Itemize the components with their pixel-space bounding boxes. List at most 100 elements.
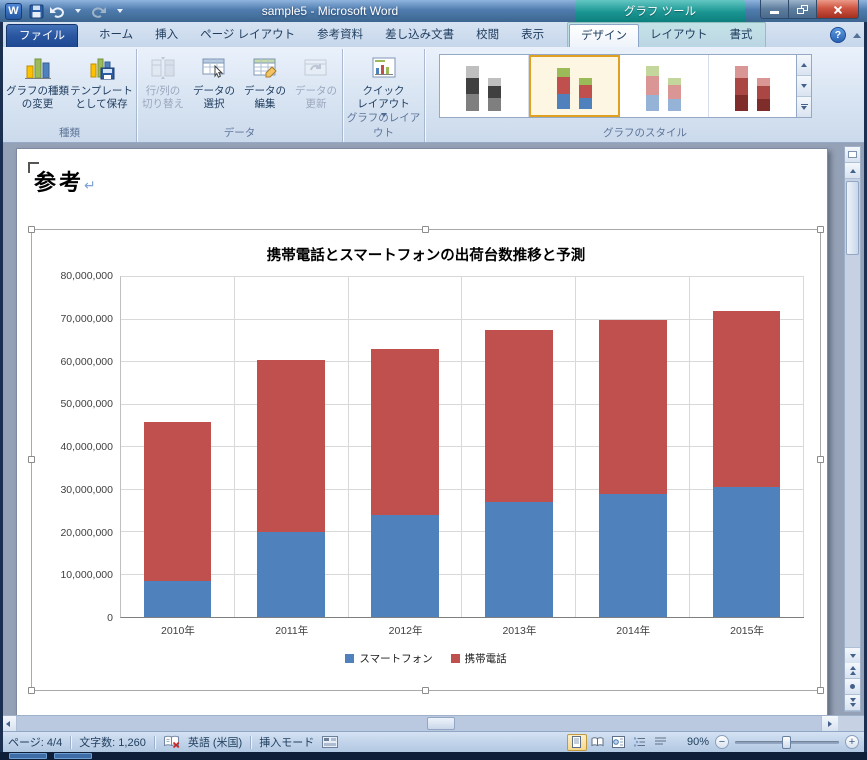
bar-segment[interactable]	[598, 319, 667, 494]
document-heading[interactable]: 参考↵	[34, 165, 96, 197]
chart-plot[interactable]	[120, 276, 804, 618]
edit-data-button[interactable]: データの 編集	[240, 50, 291, 122]
ribbon-tab-5[interactable]: 差し込み文書	[374, 24, 465, 47]
undo-button[interactable]	[48, 2, 66, 20]
chart-object[interactable]: 携帯電話とスマートフォンの出荷台数推移と予測 0 10,000,000 20,000…	[28, 226, 824, 694]
redo-button[interactable]	[90, 2, 108, 20]
stacked-bar[interactable]	[143, 277, 212, 617]
chart-style-thumb-4[interactable]	[709, 55, 797, 117]
horizontal-scrollbar[interactable]	[0, 715, 867, 731]
stacked-bar[interactable]	[257, 277, 326, 617]
minimize-ribbon-icon[interactable]	[853, 32, 861, 38]
undo-dropdown[interactable]	[69, 2, 87, 20]
ribbon-tab-4[interactable]: 参考資料	[306, 24, 374, 47]
zoom-slider-thumb[interactable]	[781, 735, 791, 749]
zoom-out-button[interactable]: −	[715, 735, 729, 749]
minimize-button[interactable]	[760, 0, 789, 19]
legend-item[interactable]: スマートフォン	[345, 651, 433, 666]
select-data-button[interactable]: データの 選択	[189, 50, 240, 122]
vscroll-track[interactable]	[845, 179, 860, 647]
scroll-up-button[interactable]	[845, 163, 860, 179]
bar-segment[interactable]	[257, 359, 326, 532]
zoom-slider[interactable]	[735, 735, 839, 750]
chart-style-thumb-2[interactable]	[528, 55, 620, 117]
stacked-bar[interactable]	[371, 277, 439, 617]
resize-handle[interactable]	[28, 687, 35, 694]
chart-style-thumb-3[interactable]	[620, 55, 709, 117]
gallery-scroll-up-button[interactable]	[797, 55, 811, 76]
bar-segment[interactable]	[143, 580, 212, 617]
save-button[interactable]	[27, 2, 45, 20]
ribbon-tab-3[interactable]: ページ レイアウト	[189, 24, 306, 47]
close-button[interactable]	[816, 0, 859, 19]
fullscreen-reading-view-button[interactable]	[588, 734, 608, 751]
qat-customize-button[interactable]	[111, 2, 129, 20]
hscroll-track[interactable]	[17, 716, 821, 731]
spellcheck-button[interactable]	[163, 735, 180, 749]
bar-segment[interactable]	[598, 493, 667, 617]
insert-mode-indicator[interactable]: 挿入モード	[259, 734, 314, 750]
main-tabs: ホーム 挿入 ページ レイアウト 参考資料 差し込み文書 校閲 表示	[88, 24, 555, 47]
browse-previous-button[interactable]	[845, 663, 860, 679]
taskbar-window-button[interactable]	[9, 753, 47, 759]
file-tab[interactable]: ファイル	[6, 24, 78, 47]
save-as-template-button[interactable]: テンプレート として保存	[70, 50, 134, 122]
hscroll-thumb[interactable]	[427, 717, 455, 730]
context-tab-1[interactable]: デザイン	[569, 24, 639, 47]
chart-title[interactable]: 携帯電話とスマートフォンの出荷台数推移と予測	[32, 244, 820, 265]
print-layout-view-button[interactable]	[566, 733, 587, 751]
gallery-more-button[interactable]	[797, 97, 811, 117]
bar-segment[interactable]	[371, 515, 439, 617]
ribbon-tab-1[interactable]: ホーム	[88, 24, 144, 47]
context-tab-3[interactable]: 書式	[719, 24, 764, 47]
bar-segment[interactable]	[712, 311, 781, 488]
ribbon-tab-7[interactable]: 表示	[510, 24, 555, 47]
bar-segment[interactable]	[485, 502, 553, 617]
chart-style-thumb-1[interactable]	[440, 55, 529, 117]
ribbon-tab-6[interactable]: 校閲	[465, 24, 510, 47]
chart-legend[interactable]: スマートフォン 携帯電話	[32, 651, 820, 666]
vscroll-thumb[interactable]	[846, 181, 859, 255]
bar-segment[interactable]	[143, 421, 212, 581]
resize-handle[interactable]	[28, 226, 35, 233]
language-indicator[interactable]: 英語 (米国)	[188, 734, 242, 750]
draft-view-button[interactable]	[651, 734, 671, 751]
resize-handle[interactable]	[422, 226, 429, 233]
word-count[interactable]: 文字数: 1,260	[79, 734, 146, 750]
word-app-icon[interactable]: W	[5, 2, 22, 20]
legend-item[interactable]: 携帯電話	[450, 651, 507, 666]
gallery-scroll-down-button[interactable]	[797, 76, 811, 97]
legend-swatch	[450, 654, 460, 663]
bar-segment[interactable]	[485, 330, 553, 503]
resize-handle[interactable]	[422, 687, 429, 694]
stacked-bar[interactable]	[598, 277, 667, 617]
document-page[interactable]: 参考↵ 携帯電話とスマートフォンの出荷台数推移と予測 0 10,000,000 20…	[16, 148, 828, 715]
change-chart-type-button[interactable]: グラフの種類 の変更	[6, 50, 70, 122]
select-browse-object-button[interactable]	[845, 679, 860, 695]
help-button[interactable]: ?	[830, 27, 846, 43]
scroll-right-button[interactable]	[821, 716, 838, 731]
zoom-in-button[interactable]: +	[845, 735, 859, 749]
bar-segment[interactable]	[257, 532, 326, 617]
resize-handle[interactable]	[817, 687, 824, 694]
stacked-bar[interactable]	[485, 277, 553, 617]
restore-button[interactable]	[789, 0, 816, 19]
ribbon-tab-2[interactable]: 挿入	[144, 24, 189, 47]
outline-view-button[interactable]	[630, 734, 650, 751]
scroll-down-button[interactable]	[845, 647, 860, 663]
ruler-toggle-button[interactable]	[845, 147, 860, 163]
vertical-scrollbar[interactable]	[844, 146, 861, 712]
ime-button[interactable]	[322, 736, 339, 748]
taskbar-window-button[interactable]	[54, 753, 92, 759]
resize-handle[interactable]	[817, 456, 824, 463]
resize-handle[interactable]	[817, 226, 824, 233]
browse-next-button[interactable]	[845, 695, 860, 711]
web-layout-view-button[interactable]	[609, 734, 629, 751]
bar-segment[interactable]	[371, 349, 439, 515]
page-indicator[interactable]: ページ: 4/4	[8, 734, 62, 750]
context-tab-2[interactable]: レイアウト	[639, 24, 719, 47]
bar-segment[interactable]	[712, 487, 781, 617]
zoom-level[interactable]: 90%	[687, 736, 709, 748]
resize-handle[interactable]	[28, 456, 35, 463]
stacked-bar[interactable]	[712, 277, 781, 617]
